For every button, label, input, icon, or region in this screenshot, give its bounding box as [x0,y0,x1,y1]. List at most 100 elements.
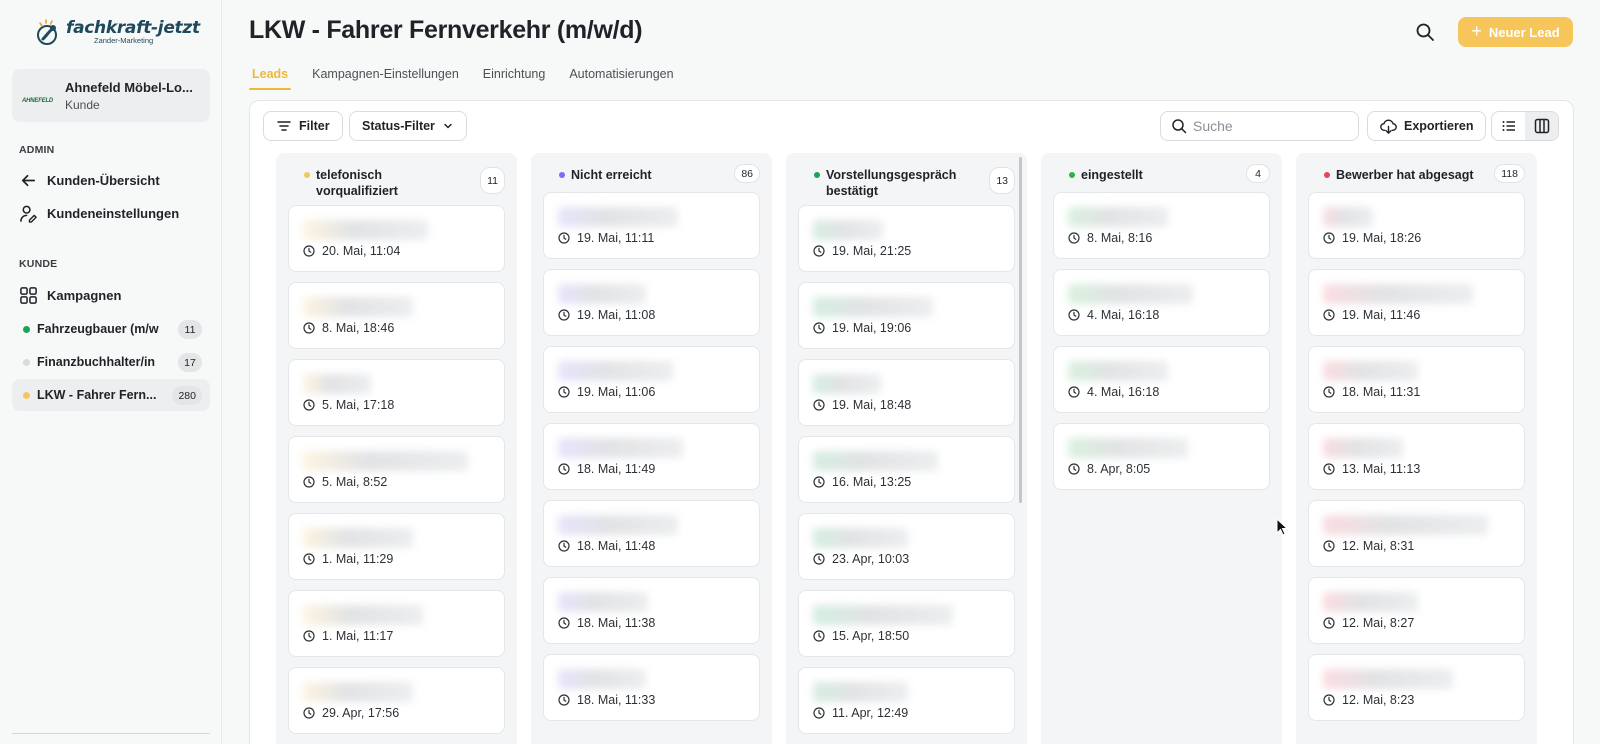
clock-icon [1323,232,1335,244]
clock-icon [1068,232,1080,244]
lead-card[interactable]: 19. Mai, 19:06 [798,282,1015,349]
column-count-badge: 13 [989,167,1015,194]
redacted-lead-name [558,361,673,381]
column-header[interactable]: Nicht erreicht 86 [531,153,772,183]
lead-search[interactable] [1160,111,1359,141]
lead-card[interactable]: 1. Mai, 11:29 [288,513,505,580]
lead-timestamp: 4. Mai, 16:18 [1068,308,1159,322]
column-scrollbar[interactable] [1019,157,1022,503]
lead-timestamp: 1. Mai, 11:17 [303,629,393,643]
list-view-button[interactable] [1492,112,1525,140]
clock-icon [558,309,570,321]
global-search-button[interactable] [1415,22,1435,42]
lead-card[interactable]: 18. Mai, 11:31 [1308,346,1525,413]
search-icon [1416,23,1434,41]
lead-card[interactable]: 11. Apr, 12:49 [798,667,1015,734]
nav-kundeneinstellungen[interactable]: Kundeneinstellungen [19,204,179,223]
campaign-count-badge: 11 [178,320,202,339]
new-lead-button[interactable]: + Neuer Lead [1458,17,1573,47]
status-filter-dropdown[interactable]: Status-Filter [349,111,467,141]
brand-logo[interactable]: fachkraft-jetzt Zander-Marketing [34,18,200,46]
tab-leads[interactable]: Leads [249,64,292,90]
campaign-count-badge: 280 [172,386,202,405]
lead-card[interactable]: 8. Apr, 8:05 [1053,423,1270,490]
redacted-lead-name [303,297,413,317]
clock-icon [558,463,570,475]
lead-card[interactable]: 5. Mai, 8:52 [288,436,505,503]
board-view-button[interactable] [1525,112,1558,140]
clock-icon [558,386,570,398]
brand-sub: Zander-Marketing [94,36,154,45]
lead-card[interactable]: 1. Mai, 11:17 [288,590,505,657]
lead-card[interactable]: 4. Mai, 16:18 [1053,269,1270,336]
lead-card[interactable]: 19. Mai, 18:48 [798,359,1015,426]
lead-card[interactable]: 19. Mai, 18:26 [1308,192,1525,259]
lead-card[interactable]: 5. Mai, 17:18 [288,359,505,426]
campaign-item-finanzbuchhalter[interactable]: Finanzbuchhalter/in ... 17 [12,346,210,378]
lead-card[interactable]: 13. Mai, 11:13 [1308,423,1525,490]
column-header[interactable]: Bewerber hat abgesagt 118 [1296,153,1537,183]
column-header[interactable]: eingestellt 4 [1041,153,1282,183]
lead-timestamp: 19. Mai, 11:06 [558,385,655,399]
status-dot [23,325,30,333]
client-switcher[interactable]: AHNEFELD Ahnefeld Möbel-Lo... Kunde [12,69,210,122]
lead-card[interactable]: 15. Apr, 18:50 [798,590,1015,657]
filter-button[interactable]: Filter [263,111,343,141]
lead-card[interactable]: 18. Mai, 11:38 [543,577,760,644]
nav-kunden-uebersicht[interactable]: Kunden-Übersicht [19,171,160,190]
tab-automatisierungen[interactable]: Automatisierungen [566,64,676,90]
lead-timestamp: 12. Mai, 8:31 [1323,539,1414,553]
tab-kampagnen-einstellungen[interactable]: Kampagnen-Einstellungen [309,64,462,90]
column-header[interactable]: telefonisch vorqualifiziert 11 [276,153,517,199]
lead-card[interactable]: 16. Mai, 13:25 [798,436,1015,503]
clock-icon [558,540,570,552]
lead-card[interactable]: 20. Mai, 11:04 [288,205,505,272]
export-button[interactable]: Exportieren [1367,111,1487,141]
nav-kampagnen[interactable]: Kampagnen [19,286,121,305]
redacted-lead-name [1068,361,1168,381]
clock-icon [813,476,825,488]
lead-card[interactable]: 8. Mai, 18:46 [288,282,505,349]
brand-name: fachkraft-jetzt [66,18,200,38]
column-count-badge: 4 [1246,164,1270,183]
redacted-lead-name [813,220,883,240]
campaign-item-fahrzeugbauer[interactable]: Fahrzeugbauer (m/w... 11 [12,313,210,345]
lead-card[interactable]: 18. Mai, 11:48 [543,500,760,567]
tab-einrichtung[interactable]: Einrichtung [480,64,549,90]
redacted-lead-name [558,284,646,304]
search-input[interactable] [1193,118,1353,134]
campaign-item-lkw-fahrer[interactable]: LKW - Fahrer Fern... 280 [12,379,210,411]
redacted-lead-name [1323,515,1488,535]
filter-icon [277,121,291,131]
redacted-lead-name [303,682,413,702]
lead-card[interactable]: 19. Mai, 11:06 [543,346,760,413]
mouse-cursor-icon [1276,517,1289,541]
lead-card[interactable]: 29. Apr, 17:56 [288,667,505,734]
redacted-lead-name [1068,207,1168,227]
lead-timestamp: 19. Mai, 19:06 [813,321,911,335]
clock-icon [303,630,315,642]
admin-section-label: ADMIN [19,144,55,156]
lead-card[interactable]: 4. Mai, 16:18 [1053,346,1270,413]
redacted-lead-name [558,515,678,535]
lead-card[interactable]: 19. Mai, 11:08 [543,269,760,336]
lead-timestamp: 4. Mai, 16:18 [1068,385,1159,399]
column-count-badge: 86 [734,164,760,183]
lead-card[interactable]: 19. Mai, 11:11 [543,192,760,259]
lead-card[interactable]: 23. Apr, 10:03 [798,513,1015,580]
column-header[interactable]: Vorstellungsgespräch bestätigt 13 [786,153,1027,199]
lead-card[interactable]: 18. Mai, 11:49 [543,423,760,490]
arrow-left-icon [21,174,36,187]
lead-card[interactable]: 19. Mai, 21:25 [798,205,1015,272]
redacted-lead-name [1323,438,1403,458]
sidebar: fachkraft-jetzt Zander-Marketing AHNEFEL… [0,0,222,744]
lead-card[interactable]: 12. Mai, 8:27 [1308,577,1525,644]
lead-card[interactable]: 19. Mai, 11:46 [1308,269,1525,336]
client-name: Ahnefeld Möbel-Lo... [65,79,193,95]
lead-card[interactable]: 18. Mai, 11:33 [543,654,760,721]
clock-icon [1323,617,1335,629]
lead-card[interactable]: 12. Mai, 8:23 [1308,654,1525,721]
lead-card[interactable]: 12. Mai, 8:31 [1308,500,1525,567]
lead-card[interactable]: 8. Mai, 8:16 [1053,192,1270,259]
column-title: eingestellt [1081,168,1143,182]
